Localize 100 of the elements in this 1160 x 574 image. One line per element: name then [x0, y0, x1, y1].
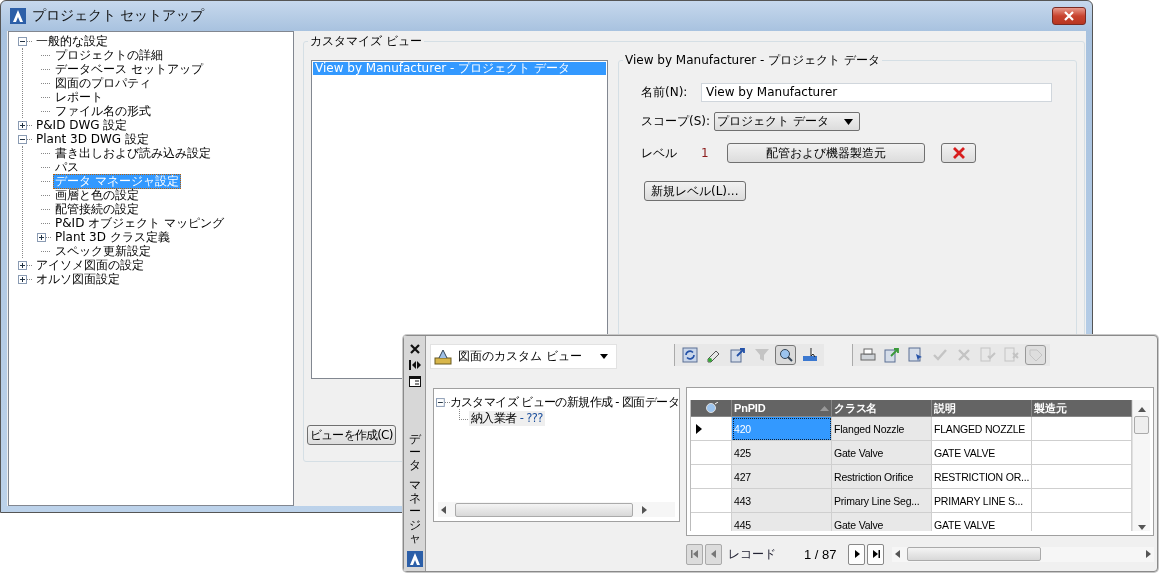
first-arrow-icon — [689, 549, 700, 559]
column-header[interactable] — [691, 400, 732, 417]
sort-arrow-icon — [820, 405, 829, 411]
toolbar-button[interactable] — [881, 345, 902, 365]
tree-item[interactable]: P&ID DWG 設定 — [34, 117, 130, 133]
tree-item[interactable]: プロジェクトの詳細 — [53, 47, 165, 63]
scroll-right-icon[interactable] — [1145, 550, 1151, 558]
tree-item[interactable]: オルソ図面設定 — [34, 271, 122, 287]
tree-item[interactable]: カスタマイズ ビューの新規作成 - 図面データ — [449, 394, 679, 410]
app-logo-icon — [406, 551, 423, 567]
tag-icon — [1027, 347, 1044, 363]
level-label: レベル — [641, 144, 678, 162]
page-check-icon — [979, 347, 996, 363]
check-icon — [931, 347, 948, 363]
delete-button[interactable] — [941, 143, 976, 163]
app-logo-icon — [10, 8, 26, 24]
tree-item[interactable]: 画層と色の設定 — [53, 187, 141, 203]
last-arrow-icon — [870, 549, 881, 559]
tree-item[interactable]: Plant 3D クラス定義 — [53, 229, 172, 245]
record-label: レコード — [727, 545, 777, 563]
scroll-right-icon[interactable] — [641, 505, 647, 514]
magnifier-icon — [704, 402, 721, 414]
table-cell: Gate Valve — [832, 441, 932, 465]
table-cell: FLANGED NOZZLE — [932, 417, 1032, 441]
properties-icon[interactable] — [408, 376, 421, 387]
table-cell: Restriction Orifice — [832, 465, 932, 489]
column-header[interactable]: 製造元 — [1032, 400, 1132, 417]
table-arrow-icon — [883, 347, 900, 363]
tree-item[interactable]: Plant 3D DWG 設定 — [34, 131, 151, 147]
name-field[interactable]: View by Manufacturer — [701, 83, 1052, 102]
refresh-icon — [681, 347, 698, 363]
table-cell: 425 — [732, 441, 832, 465]
table-arrow-icon — [729, 347, 746, 363]
close-icon[interactable] — [409, 344, 420, 354]
tree-item[interactable]: P&ID オブジェクト マッピング — [53, 215, 226, 231]
toolbar-button[interactable] — [679, 345, 700, 365]
expand-icon[interactable] — [18, 274, 27, 284]
scroll-up-icon[interactable] — [1137, 406, 1146, 412]
table-cell: Gate Valve — [832, 513, 932, 531]
tree-item[interactable]: 一般的な設定 — [34, 33, 110, 49]
scroll-left-icon[interactable] — [895, 550, 901, 558]
close-button[interactable] — [1052, 7, 1086, 25]
tree-item[interactable]: 配管接続の設定 — [53, 201, 141, 217]
delete-icon — [951, 147, 966, 159]
table-cell: 443 — [732, 489, 832, 513]
new-level-button[interactable]: 新規レベル(L)... — [644, 181, 746, 201]
collapse-icon[interactable] — [18, 134, 27, 144]
last-record-button[interactable] — [867, 543, 884, 565]
level-number: 1 — [701, 146, 710, 160]
expand-icon[interactable] — [18, 120, 27, 130]
scroll-down-icon[interactable] — [1137, 525, 1146, 531]
toolbar-button[interactable] — [727, 345, 748, 365]
field-label: スコープ(S): — [641, 113, 711, 130]
tree-item[interactable]: 納入業者 - ??? — [469, 410, 545, 426]
tree-item[interactable]: ファイル名の形式 — [53, 103, 153, 119]
table-cell: PRIMARY LINE S... — [932, 489, 1032, 513]
expand-icon[interactable] — [37, 232, 46, 242]
scope-dropdown[interactable]: プロジェクト データ — [714, 112, 861, 131]
level-button[interactable]: 配管および機器製造元 — [727, 143, 925, 163]
table-cell: GATE VALVE — [932, 441, 1032, 465]
tree-item[interactable]: データベース セットアップ — [53, 61, 205, 77]
vertical-scrollbar[interactable] — [1132, 400, 1150, 531]
magnifier-icon — [777, 347, 794, 363]
close-icon — [1063, 11, 1075, 21]
next-record-button[interactable] — [848, 543, 865, 565]
tree-item[interactable]: パス — [53, 159, 81, 175]
dropdown-arrow-icon — [600, 354, 608, 359]
horizontal-scrollbar[interactable] — [438, 502, 675, 517]
group-title: View by Manufacturer - プロジェクト データ — [623, 53, 882, 67]
create-view-button[interactable]: ビューを作成(C) — [307, 425, 396, 445]
column-header[interactable]: 説明 — [932, 400, 1032, 417]
expand-icon[interactable] — [18, 260, 27, 270]
tree-item[interactable]: スペック更新設定 — [53, 243, 153, 259]
horizontal-scrollbar[interactable] — [892, 546, 1154, 562]
table-cell: 427 — [732, 465, 832, 489]
tree-item[interactable]: アイソメ図面の設定 — [34, 257, 146, 273]
current-row-icon — [696, 423, 702, 434]
view-dropdown[interactable]: 図面のカスタム ビュー — [430, 344, 617, 369]
scroll-left-icon[interactable] — [441, 505, 447, 514]
auto-hide-icon[interactable] — [408, 360, 421, 370]
table-cell: 445 — [732, 513, 832, 531]
tree-item[interactable]: 書き出しおよび読み込み設定 — [53, 145, 213, 161]
column-header[interactable]: クラス名 — [832, 400, 932, 417]
collapse-icon[interactable] — [18, 36, 27, 46]
table-cell: 420 — [732, 417, 832, 441]
group-title: カスタマイズ ビュー — [308, 34, 424, 48]
toolbar-button[interactable] — [775, 345, 796, 365]
cross-icon — [955, 347, 972, 363]
window-title: プロジェクト セットアップ — [32, 7, 205, 25]
palette-title: データ — [408, 432, 421, 473]
scroll-thumb[interactable] — [1134, 416, 1149, 434]
tree-item[interactable]: レポート — [53, 89, 105, 105]
column-header[interactable]: PnPID — [732, 400, 832, 417]
palette-title: マネージャ — [408, 479, 421, 545]
collapse-icon[interactable] — [436, 397, 445, 407]
record-position: 1 / 87 — [804, 546, 838, 562]
funnel-icon — [753, 347, 770, 363]
ruler-icon — [801, 347, 818, 363]
tree-item[interactable]: 図面のプロパティ — [53, 75, 153, 91]
dropdown-arrow-icon — [844, 118, 854, 125]
